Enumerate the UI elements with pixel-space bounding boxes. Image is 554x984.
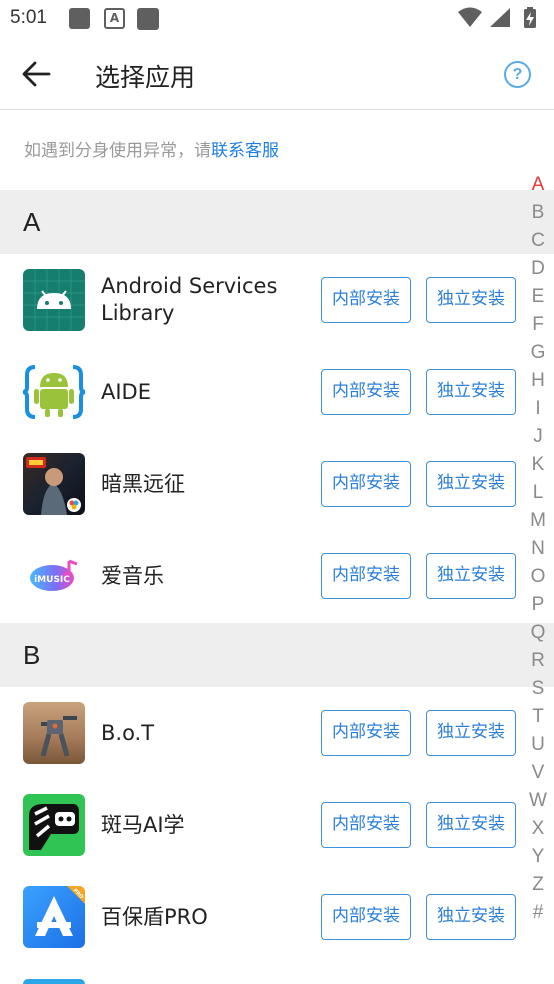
help-button[interactable]: ? (504, 61, 531, 88)
alphabet-index-item[interactable]: T (522, 703, 554, 731)
alphabet-index-item[interactable]: X (522, 815, 554, 843)
system-indicators (458, 7, 536, 28)
alphabet-index-item[interactable]: A (522, 171, 554, 199)
section-letter: A (23, 207, 41, 237)
internal-install-button[interactable]: 内部安装 (321, 802, 411, 848)
back-button[interactable] (18, 56, 54, 92)
alphabet-index-item[interactable]: O (522, 563, 554, 591)
app-name: 斑马AI学 (101, 812, 185, 837)
alphabet-index-item[interactable]: W (522, 787, 554, 815)
a-letter-icon: A (104, 8, 125, 29)
app-row[interactable]: AIDE 内部安装 独立安装 (0, 346, 520, 438)
alphabet-index-item[interactable]: U (522, 731, 554, 759)
status-bar: 5:01 A (0, 0, 554, 38)
app-name: B.o.T (101, 720, 155, 745)
wifi-icon (458, 7, 482, 27)
arrow-left-icon (22, 61, 51, 87)
alphabet-index-item[interactable]: H (522, 367, 554, 395)
alphabet-index[interactable]: A B C D E F G H I J K L M N O P Q R S T U V W X Y Z # (522, 171, 554, 927)
internal-install-button[interactable]: 内部安装 (321, 461, 411, 507)
zebra-icon (23, 794, 85, 856)
notification-square-icon (137, 8, 159, 30)
section-header-a: A (0, 190, 554, 254)
alphabet-index-item[interactable]: Z (522, 871, 554, 899)
app-row[interactable]: iMUSIC 爱音乐 内部安装 独立安装 (0, 530, 520, 622)
app-name: 暗黑远征 (101, 471, 185, 496)
alphabet-index-item[interactable]: Y (522, 843, 554, 871)
internal-install-button[interactable]: 内部安装 (321, 369, 411, 415)
alphabet-index-item[interactable]: Q (522, 619, 554, 647)
alphabet-index-item[interactable]: S (522, 675, 554, 703)
alphabet-index-item[interactable]: F (522, 311, 554, 339)
android-robot-icon (23, 269, 85, 331)
signal-icon (490, 8, 510, 27)
shield-a-icon: PRO (23, 886, 85, 948)
independent-install-button[interactable]: 独立安装 (426, 894, 516, 940)
internal-install-button[interactable]: 内部安装 (321, 277, 411, 323)
alphabet-index-item[interactable]: J (522, 423, 554, 451)
notice-text: 如遇到分身使用异常，请联系客服 (24, 136, 279, 161)
game-hero-icon (23, 453, 85, 515)
next-app-icon-partial (23, 979, 85, 984)
aide-icon (23, 361, 85, 423)
alphabet-index-item[interactable]: # (522, 899, 554, 927)
internal-install-button[interactable]: 内部安装 (321, 894, 411, 940)
page-title: 选择应用 (95, 63, 196, 92)
notice-message: 如遇到分身使用异常，请 (24, 141, 211, 161)
app-name: Android Services Library (101, 274, 278, 325)
alphabet-index-item[interactable]: N (522, 535, 554, 563)
independent-install-button[interactable]: 独立安装 (426, 802, 516, 848)
alphabet-index-item[interactable]: I (522, 395, 554, 423)
independent-install-button[interactable]: 独立安装 (426, 277, 516, 323)
alphabet-index-item[interactable]: G (522, 339, 554, 367)
alphabet-index-item[interactable]: B (522, 199, 554, 227)
app-row[interactable]: 斑马AI学 内部安装 独立安装 (0, 779, 520, 871)
app-header: 选择应用 ? (0, 38, 554, 110)
imusic-icon: iMUSIC (23, 545, 85, 607)
app-name: 爱音乐 (101, 563, 164, 588)
independent-install-button[interactable]: 独立安装 (426, 553, 516, 599)
app-row[interactable]: PRO 百保盾PRO 内部安装 独立安装 (0, 871, 520, 963)
status-time: 5:01 (10, 7, 47, 28)
internal-install-button[interactable]: 内部安装 (321, 553, 411, 599)
alphabet-index-item[interactable]: P (522, 591, 554, 619)
independent-install-button[interactable]: 独立安装 (426, 461, 516, 507)
alphabet-index-item[interactable]: E (522, 283, 554, 311)
alphabet-index-item[interactable]: D (522, 255, 554, 283)
independent-install-button[interactable]: 独立安装 (426, 369, 516, 415)
section-letter: B (23, 640, 41, 670)
section-header-b: B (0, 623, 554, 687)
app-row[interactable]: B.o.T 内部安装 独立安装 (0, 687, 520, 779)
contact-support-link[interactable]: 联系客服 (211, 141, 279, 161)
independent-install-button[interactable]: 独立安装 (426, 710, 516, 756)
alphabet-index-item[interactable]: C (522, 227, 554, 255)
mech-robot-icon (23, 702, 85, 764)
app-row[interactable]: Android Services Library 内部安装 独立安装 (0, 254, 520, 346)
alphabet-index-item[interactable]: V (522, 759, 554, 787)
alphabet-index-item[interactable]: L (522, 479, 554, 507)
alphabet-index-item[interactable]: K (522, 451, 554, 479)
battery-charging-icon (524, 7, 536, 28)
notification-square-icon (69, 8, 90, 29)
app-name: 百保盾PRO (101, 904, 208, 929)
alphabet-index-item[interactable]: R (522, 647, 554, 675)
alphabet-index-item[interactable]: M (522, 507, 554, 535)
app-name: AIDE (101, 379, 151, 404)
internal-install-button[interactable]: 内部安装 (321, 710, 411, 756)
help-icon: ? (512, 66, 523, 83)
app-row[interactable]: 暗黑远征 内部安装 独立安装 (0, 438, 520, 530)
svg-text:iMUSIC: iMUSIC (34, 575, 70, 585)
